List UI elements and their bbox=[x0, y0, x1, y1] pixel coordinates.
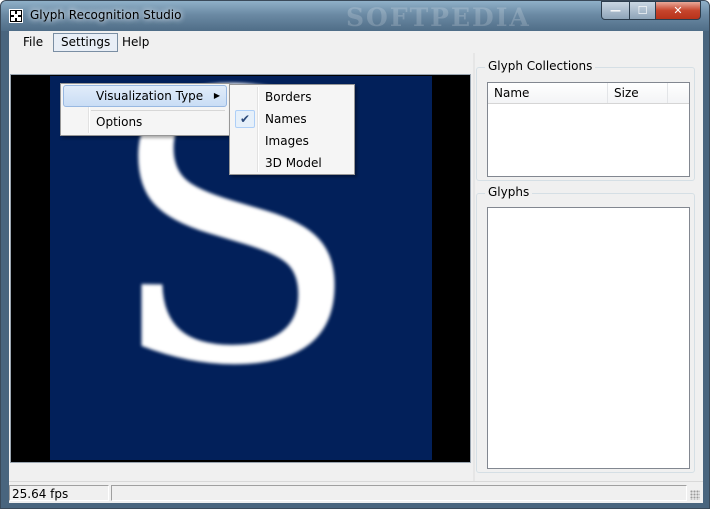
menu-item-names[interactable]: ✔ Names bbox=[232, 108, 352, 130]
maximize-button[interactable]: ☐ bbox=[629, 1, 656, 20]
menu-item-label: 3D Model bbox=[265, 156, 322, 170]
resize-grip-icon[interactable] bbox=[690, 490, 700, 500]
app-window: SOFTPEDIA Glyph Recognition Studio — ☐ ✕… bbox=[0, 0, 710, 509]
glyphs-list[interactable] bbox=[487, 207, 690, 469]
window-title: Glyph Recognition Studio bbox=[30, 8, 182, 22]
column-header-size[interactable]: Size bbox=[608, 83, 668, 103]
app-icon[interactable] bbox=[9, 9, 23, 23]
menu-item-visualization-type[interactable]: Visualization Type ▶ bbox=[63, 85, 227, 107]
glyph-collections-list[interactable]: Name Size bbox=[487, 82, 690, 177]
checkmark-icon: ✔ bbox=[240, 112, 251, 126]
visualization-type-submenu: Borders ✔ Names Images 3D Model bbox=[229, 84, 355, 175]
maximize-icon: ☐ bbox=[637, 4, 648, 17]
menu-item-label: Images bbox=[265, 134, 309, 148]
menu-item-borders[interactable]: Borders bbox=[232, 86, 352, 108]
close-button[interactable]: ✕ bbox=[655, 1, 701, 20]
glyph-collections-title: Glyph Collections bbox=[485, 59, 596, 73]
close-icon: ✕ bbox=[673, 4, 683, 17]
watermark: SOFTPEDIA bbox=[346, 3, 531, 32]
menu-item-label: Options bbox=[96, 115, 143, 129]
fps-status: 25.64 fps bbox=[9, 485, 109, 501]
menu-item-label: Visualization Type bbox=[96, 89, 204, 103]
menu-item-3d-model[interactable]: 3D Model bbox=[232, 152, 352, 174]
settings-dropdown: Visualization Type ▶ Options bbox=[60, 83, 230, 136]
menu-help[interactable]: Help bbox=[115, 33, 156, 52]
minimize-icon: — bbox=[610, 4, 621, 17]
title-bar[interactable]: SOFTPEDIA Glyph Recognition Studio — ☐ ✕ bbox=[1, 1, 709, 32]
column-header-name[interactable]: Name bbox=[488, 83, 608, 103]
glyphs-title: Glyphs bbox=[485, 185, 533, 199]
menu-settings[interactable]: Settings bbox=[53, 33, 119, 52]
splitter-handle[interactable] bbox=[473, 53, 475, 481]
menu-item-images[interactable]: Images bbox=[232, 130, 352, 152]
menu-file[interactable]: File bbox=[16, 33, 50, 52]
menu-bar: File Settings Help bbox=[9, 31, 703, 53]
status-bar: 25.64 fps bbox=[9, 481, 703, 503]
menu-item-options[interactable]: Options bbox=[63, 111, 227, 133]
menu-item-label: Names bbox=[265, 112, 307, 126]
menu-item-label: Borders bbox=[265, 90, 312, 104]
minimize-button[interactable]: — bbox=[601, 1, 630, 20]
list-header: Name Size bbox=[488, 83, 689, 104]
status-message bbox=[111, 485, 687, 501]
submenu-arrow-icon: ▶ bbox=[213, 91, 220, 100]
client-area: File Settings Help S Glyph Collections N… bbox=[9, 31, 703, 503]
